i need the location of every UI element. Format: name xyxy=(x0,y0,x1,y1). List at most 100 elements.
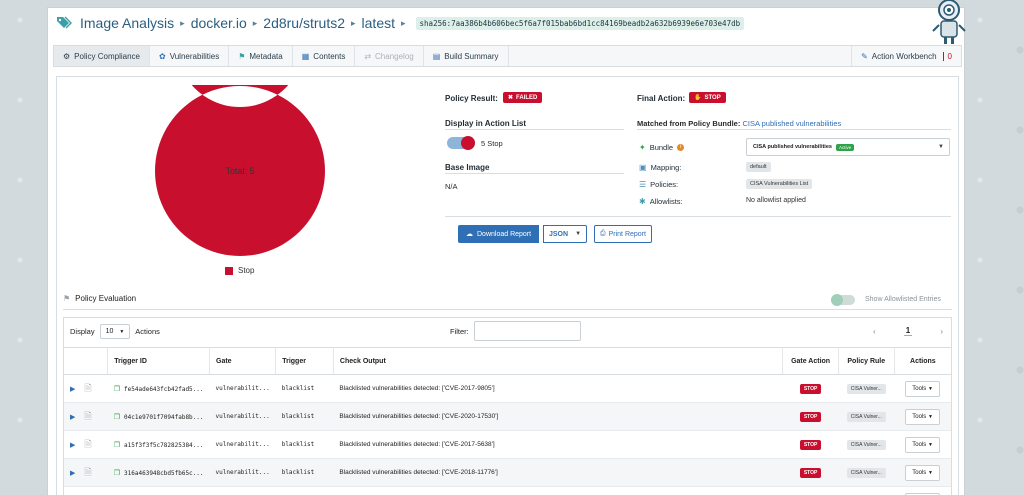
policy-evaluation-title: ⚑ Policy Evaluation xyxy=(63,294,137,303)
gate-cell: vulnerabilit... xyxy=(209,430,276,459)
document-edit-icon[interactable]: 🗎 xyxy=(84,411,91,421)
policy-rule-cell: CISA Vulner... xyxy=(838,374,895,403)
caret-down-icon: ▼ xyxy=(119,329,125,335)
actions-cell: Tools ▼ xyxy=(894,486,951,495)
divider xyxy=(445,173,624,174)
base-image-value: N/A xyxy=(445,182,458,191)
column-trigger-id[interactable]: Trigger ID xyxy=(107,347,211,375)
table-row: ▶🗎❐ STOP Tools ▼ xyxy=(64,486,951,495)
caret-down-icon: ▼ xyxy=(927,414,933,420)
trigger-id-cell: ❐ xyxy=(107,486,210,495)
column-policy-rule[interactable]: Policy Rule xyxy=(838,347,895,375)
gate-action-badge: STOP xyxy=(799,468,822,478)
report-format-select[interactable]: JSON ▼ xyxy=(543,225,588,243)
chart-legend[interactable]: Stop xyxy=(225,266,254,275)
document-edit-icon[interactable]: 🗎 xyxy=(84,383,91,393)
breadcrumb-tag[interactable]: latest xyxy=(362,15,395,31)
display-action-list-label: Display in Action List xyxy=(445,119,527,128)
tab-spacer xyxy=(509,46,852,66)
row-expand: ▶🗎 xyxy=(64,486,108,495)
show-allowlisted-toggle[interactable] xyxy=(831,294,855,306)
tab-build-summary[interactable]: ▤ Build Summary xyxy=(424,46,509,66)
caret-down-icon: ▼ xyxy=(927,386,933,392)
copy-icon[interactable]: ❐ xyxy=(114,442,120,449)
matched-bundle-link[interactable]: CISA published vulnerabilities xyxy=(742,119,841,128)
tab-changelog[interactable]: ⇄ Changelog xyxy=(355,46,424,66)
tools-button[interactable]: Tools ▼ xyxy=(905,465,940,481)
download-report-button[interactable]: ☁ Download Report xyxy=(458,225,540,243)
check-output-cell: Blacklisted vulnerabilities detected: ['… xyxy=(333,402,783,431)
breadcrumb-repo[interactable]: 2d8ru/struts2 xyxy=(263,15,345,31)
expand-row-icon[interactable]: ▶ xyxy=(70,442,75,449)
gate-action-cell: STOP xyxy=(782,458,839,487)
tab-vulnerabilities[interactable]: ✿ Vulnerabilities xyxy=(150,46,230,66)
row-expand: ▶🗎 xyxy=(64,402,108,431)
policy-evaluation-table: Display 10 ▼ Actions Filter: ‹ 1 › Trigg… xyxy=(63,317,952,495)
row-expand: ▶🗎 xyxy=(64,458,108,487)
expand-row-icon[interactable]: ▶ xyxy=(70,414,75,421)
policy-rule-chip[interactable]: CISA Vulner... xyxy=(846,468,886,478)
next-page-icon[interactable]: › xyxy=(940,327,943,336)
check-output-cell: Blacklisted vulnerabilities detected: ['… xyxy=(333,374,783,403)
column-trigger[interactable]: Trigger xyxy=(275,347,334,375)
divider xyxy=(445,216,951,217)
column-gate[interactable]: Gate xyxy=(209,347,277,375)
gate-cell xyxy=(209,486,276,495)
action-workbench-button[interactable]: ✎ Action Workbench 0 xyxy=(851,46,961,66)
policy-rule-chip[interactable]: CISA Vulner... xyxy=(846,384,886,394)
caret-down-icon: ▼ xyxy=(927,470,933,476)
document-edit-icon[interactable]: 🗎 xyxy=(84,439,91,449)
stop-hand-icon: ✋ xyxy=(694,95,702,101)
document-edit-icon[interactable]: 🗎 xyxy=(84,467,91,477)
trigger-id-cell: ❐ a15f3f3f5c782825384... xyxy=(107,430,210,459)
trigger-cell: blacklist xyxy=(275,402,334,431)
current-page[interactable]: 1 xyxy=(903,326,913,336)
tab-contents[interactable]: ▦ Contents xyxy=(293,46,356,66)
actions-cell: Tools ▼ xyxy=(894,374,951,403)
tag-icon: ⚑ xyxy=(238,51,246,61)
print-report-button[interactable]: ⎙ Print Report xyxy=(594,225,652,243)
trigger-cell xyxy=(275,486,334,495)
tools-button[interactable]: Tools ▼ xyxy=(905,381,940,397)
flag-icon: ⚑ xyxy=(63,294,71,303)
table-row: ▶ 🗎 ❐ 316a463948cbd5fb65c... vulnerabilit...… xyxy=(64,458,951,487)
workbench-count: 0 xyxy=(942,51,952,61)
final-action-label: Final Action: xyxy=(637,94,686,103)
policy-result-label: Policy Result: xyxy=(445,94,498,103)
copy-icon[interactable]: ❐ xyxy=(114,470,120,477)
column-check-output[interactable]: Check Output xyxy=(333,347,784,375)
cloud-download-icon: ☁ xyxy=(466,231,473,238)
policy-rule-chip[interactable]: CISA Vulner... xyxy=(846,412,886,422)
gate-action-badge: STOP xyxy=(799,440,822,450)
policy-rule-chip[interactable]: CISA Vulner... xyxy=(846,440,886,450)
tools-button[interactable]: Tools ▼ xyxy=(905,409,940,425)
action-list-toggle[interactable] xyxy=(447,136,475,150)
image-digest: sha256:7aa386b4b606bec5f6a7f015bab6bd1cc… xyxy=(415,16,745,30)
actions-cell: Tools ▼ xyxy=(894,458,951,487)
column-gate-action[interactable]: Gate Action xyxy=(782,347,839,375)
trigger-id-cell: ❐ 04c1e9701f7094fab8b... xyxy=(107,402,210,431)
tab-metadata[interactable]: ⚑ Metadata xyxy=(229,46,293,66)
trigger-cell: blacklist xyxy=(275,430,334,459)
breadcrumb-registry[interactable]: docker.io xyxy=(191,15,247,31)
main-card: Image Analysis ▸ docker.io ▸ 2d8ru/strut… xyxy=(47,0,966,495)
expand-row-icon[interactable]: ▶ xyxy=(70,470,75,477)
donut-chart: Total: 5 xyxy=(154,0,326,257)
filter-input[interactable] xyxy=(474,321,581,341)
policy-result-badge: ✖ FAILED xyxy=(503,92,543,103)
display-count-select[interactable]: 10 ▼ xyxy=(99,324,131,339)
bundle-select[interactable]: CISA published vulnerabilities Active ▼ xyxy=(746,138,950,156)
copy-icon[interactable]: ❐ xyxy=(114,414,120,421)
policy-compliance-panel: Total: 5 Stop Policy Result: ✖ FAILED Di… xyxy=(56,0,959,495)
check-output-cell: Blacklisted vulnerabilities detected: ['… xyxy=(333,430,783,459)
list-icon: ☰ xyxy=(639,180,647,189)
mapping-key: ▣ Mapping: xyxy=(639,163,682,172)
tools-button[interactable]: Tools ▼ xyxy=(905,437,940,453)
prev-page-icon[interactable]: ‹ xyxy=(873,327,876,336)
copy-icon[interactable]: ❐ xyxy=(114,386,120,393)
tab-policy-compliance[interactable]: ⚙ Policy Compliance xyxy=(54,46,150,66)
expand-row-icon[interactable]: ▶ xyxy=(70,386,75,393)
mapping-chip: default xyxy=(746,162,771,172)
map-icon: ▣ xyxy=(639,163,647,172)
toggle-knob xyxy=(831,294,843,306)
